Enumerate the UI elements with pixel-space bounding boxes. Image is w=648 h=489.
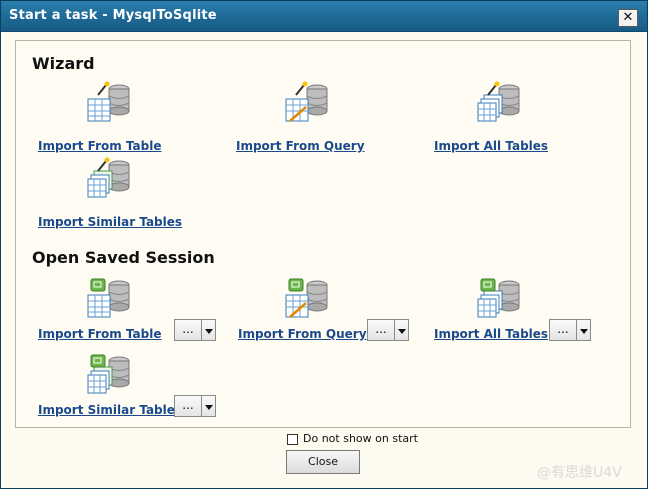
dropdown-arrow-icon[interactable] [395,319,409,341]
wizard-import-all-tables-link[interactable]: Import All Tables [434,139,548,153]
table-db-session-icon[interactable] [86,277,136,323]
tasks-panel: Wizard Import From Table Import From Que… [15,40,631,428]
table-db-wand-icon[interactable] [86,81,136,127]
query-db-session-icon[interactable] [284,277,334,323]
session-import-all-tables-split-button[interactable]: ... [549,319,591,341]
window-close-button[interactable]: ✕ [618,9,638,27]
title-bar[interactable]: Start a task - MysqlToSqlite ✕ [1,1,647,32]
window-title: Start a task - MysqlToSqlite [9,8,217,23]
wizard-heading: Wizard [32,54,95,73]
dialog-client-area: Wizard Import From Table Import From Que… [1,32,647,488]
do-not-show-checkbox[interactable] [287,434,298,445]
session-options-button[interactable]: ... [549,319,577,341]
query-db-wand-icon[interactable] [284,81,334,127]
dialog-window: Start a task - MysqlToSqlite ✕ Wizard Im… [0,0,648,489]
watermark-text: @有思维U4V [537,465,622,481]
session-import-from-query-link[interactable]: Import From Query [238,327,367,341]
dropdown-arrow-icon[interactable] [202,319,216,341]
session-import-from-query-split-button[interactable]: ... [367,319,409,341]
session-options-button[interactable]: ... [367,319,395,341]
wizard-import-from-table-link[interactable]: Import From Table [38,139,162,153]
saved-session-heading: Open Saved Session [32,248,215,267]
dropdown-arrow-icon[interactable] [202,395,216,417]
session-import-all-tables-link[interactable]: Import All Tables [434,327,548,341]
session-import-similar-tables-link[interactable]: Import Similar Tables [38,403,182,417]
tables-db-session-icon[interactable] [476,277,526,323]
session-import-similar-tables-split-button[interactable]: ... [174,395,216,417]
wizard-import-from-query-link[interactable]: Import From Query [236,139,365,153]
tables-db-wand-icon[interactable] [476,81,526,127]
session-import-from-table-split-button[interactable]: ... [174,319,216,341]
session-import-from-table-link[interactable]: Import From Table [38,327,162,341]
wizard-import-similar-tables-link[interactable]: Import Similar Tables [38,215,182,229]
session-options-button[interactable]: ... [174,395,202,417]
do-not-show-label[interactable]: Do not show on start [303,432,418,445]
close-button[interactable]: Close [286,450,360,474]
dropdown-arrow-icon[interactable] [577,319,591,341]
similar-tables-db-session-icon[interactable] [86,353,136,399]
similar-tables-db-wand-icon[interactable] [86,157,136,203]
session-options-button[interactable]: ... [174,319,202,341]
